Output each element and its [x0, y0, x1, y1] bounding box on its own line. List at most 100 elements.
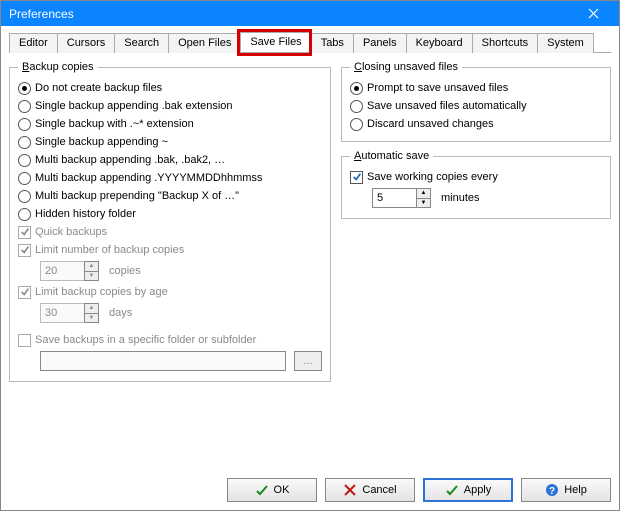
radio-label: Multi backup prepending "Backup X of …" — [35, 190, 239, 202]
autosave-input[interactable] — [372, 188, 416, 208]
closing-group: Closing unsaved files Prompt to save uns… — [341, 61, 611, 142]
spinner-up-icon: ▲ — [85, 304, 98, 314]
radio-label: Single backup appending .bak extension — [35, 100, 233, 112]
radio-label: Single backup appending ~ — [35, 136, 168, 148]
backup-legend: Backup copies — [18, 61, 98, 73]
tab-keyboard[interactable]: Keyboard — [406, 33, 473, 53]
right-column: Closing unsaved files Prompt to save uns… — [341, 61, 611, 466]
tab-row: EditorCursorsSearchOpen FilesSave FilesT… — [9, 32, 611, 53]
svg-text:?: ? — [549, 486, 555, 497]
spinner-down-icon[interactable]: ▼ — [417, 199, 430, 208]
limit-copies-row: Limit number of backup copies — [18, 241, 322, 259]
radio-label: Prompt to save unsaved files — [367, 82, 508, 94]
tab-cursors[interactable]: Cursors — [57, 33, 116, 53]
limit-age-row: Limit backup copies by age — [18, 283, 322, 301]
limit-copies-spinner-row: ▲▼ copies — [18, 259, 322, 283]
quick-backups-row: Quick backups — [18, 223, 322, 241]
spinner-up-icon[interactable]: ▲ — [417, 189, 430, 199]
autosave-group: Automatic save Save working copies every… — [341, 150, 611, 219]
backup-radio-row[interactable]: Single backup with .~* extension — [18, 115, 322, 133]
radio-icon[interactable] — [18, 136, 31, 149]
backup-radio-row[interactable]: Single backup appending ~ — [18, 133, 322, 151]
autosave-legend: Automatic save — [350, 150, 433, 162]
backup-radio-row[interactable]: Hidden history folder — [18, 205, 322, 223]
button-bar: OK Cancel Apply ? Help — [1, 470, 619, 510]
quick-backups-label: Quick backups — [35, 226, 107, 238]
spinner-up-icon: ▲ — [85, 262, 98, 272]
limit-copies-label: Limit number of backup copies — [35, 244, 184, 256]
backup-radio-row[interactable]: Multi backup prepending "Backup X of …" — [18, 187, 322, 205]
limit-age-checkbox — [18, 286, 31, 299]
browse-button: ... — [294, 351, 322, 371]
check-icon — [255, 483, 269, 497]
limit-age-unit: days — [109, 307, 132, 319]
radio-label: Hidden history folder — [35, 208, 136, 220]
radio-icon[interactable] — [18, 208, 31, 221]
titlebar: Preferences — [1, 1, 619, 26]
backup-folder-label: Save backups in a specific folder or sub… — [35, 334, 256, 346]
radio-icon[interactable] — [18, 118, 31, 131]
closing-radio-row[interactable]: Prompt to save unsaved files — [350, 79, 602, 97]
radio-label: Multi backup appending .YYYYMMDDhhmmss — [35, 172, 262, 184]
autosave-spinner[interactable]: ▲▼ — [372, 188, 431, 208]
window-title: Preferences — [9, 7, 74, 21]
backup-folder-input-row: ... — [18, 349, 322, 373]
backup-radio-row[interactable]: Single backup appending .bak extension — [18, 97, 322, 115]
backup-radio-row[interactable]: Do not create backup files — [18, 79, 322, 97]
closing-radio-row[interactable]: Discard unsaved changes — [350, 115, 602, 133]
x-icon — [343, 483, 357, 497]
radio-label: Do not create backup files — [35, 82, 162, 94]
tab-row-wrap: EditorCursorsSearchOpen FilesSave FilesT… — [9, 32, 611, 61]
backup-folder-checkbox — [18, 334, 31, 347]
close-button[interactable] — [575, 3, 611, 25]
radio-label: Single backup with .~* extension — [35, 118, 194, 130]
limit-copies-checkbox — [18, 244, 31, 257]
cancel-button[interactable]: Cancel — [325, 478, 415, 502]
closing-legend: Closing unsaved files — [350, 61, 462, 73]
radio-icon[interactable] — [18, 172, 31, 185]
tab-save-files[interactable]: Save Files — [240, 32, 311, 52]
radio-icon[interactable] — [18, 82, 31, 95]
ok-button[interactable]: OK — [227, 478, 317, 502]
radio-icon[interactable] — [18, 100, 31, 113]
tab-tabs[interactable]: Tabs — [311, 33, 354, 53]
radio-label: Discard unsaved changes — [367, 118, 494, 130]
limit-age-label: Limit backup copies by age — [35, 286, 168, 298]
tab-shortcuts[interactable]: Shortcuts — [472, 33, 538, 53]
radio-label: Save unsaved files automatically — [367, 100, 527, 112]
spinner-down-icon: ▼ — [85, 314, 98, 323]
backup-radio-row[interactable]: Multi backup appending .YYYYMMDDhhmmss — [18, 169, 322, 187]
check-icon — [445, 483, 459, 497]
limit-age-input — [40, 303, 84, 323]
left-column: Backup copies Do not create backup files… — [9, 61, 331, 466]
backup-folder-row: Save backups in a specific folder or sub… — [18, 331, 322, 349]
radio-icon[interactable] — [18, 190, 31, 203]
help-icon: ? — [545, 483, 559, 497]
help-button[interactable]: ? Help — [521, 478, 611, 502]
backup-group: Backup copies Do not create backup files… — [9, 61, 331, 382]
backup-radio-row[interactable]: Multi backup appending .bak, .bak2, … — [18, 151, 322, 169]
closing-radio-row[interactable]: Save unsaved files automatically — [350, 97, 602, 115]
tab-panels[interactable]: Panels — [353, 33, 407, 53]
limit-copies-unit: copies — [109, 265, 141, 277]
limit-copies-spinner: ▲▼ — [40, 261, 99, 281]
apply-button[interactable]: Apply — [423, 478, 513, 502]
tab-open-files[interactable]: Open Files — [168, 33, 241, 53]
autosave-row: Save working copies every — [350, 168, 602, 186]
tab-search[interactable]: Search — [114, 33, 169, 53]
radio-label: Multi backup appending .bak, .bak2, … — [35, 154, 225, 166]
tab-editor[interactable]: Editor — [9, 33, 58, 53]
autosave-label: Save working copies every — [367, 171, 498, 183]
tab-system[interactable]: System — [537, 33, 594, 53]
autosave-spinner-row: ▲▼ minutes — [350, 186, 602, 210]
radio-icon[interactable] — [350, 118, 363, 131]
limit-copies-input — [40, 261, 84, 281]
radio-icon[interactable] — [350, 100, 363, 113]
limit-age-spinner: ▲▼ — [40, 303, 99, 323]
radio-icon[interactable] — [18, 154, 31, 167]
limit-age-spinner-row: ▲▼ days — [18, 301, 322, 325]
radio-icon[interactable] — [350, 82, 363, 95]
quick-backups-checkbox — [18, 226, 31, 239]
panes: Backup copies Do not create backup files… — [9, 61, 611, 466]
autosave-checkbox[interactable] — [350, 171, 363, 184]
